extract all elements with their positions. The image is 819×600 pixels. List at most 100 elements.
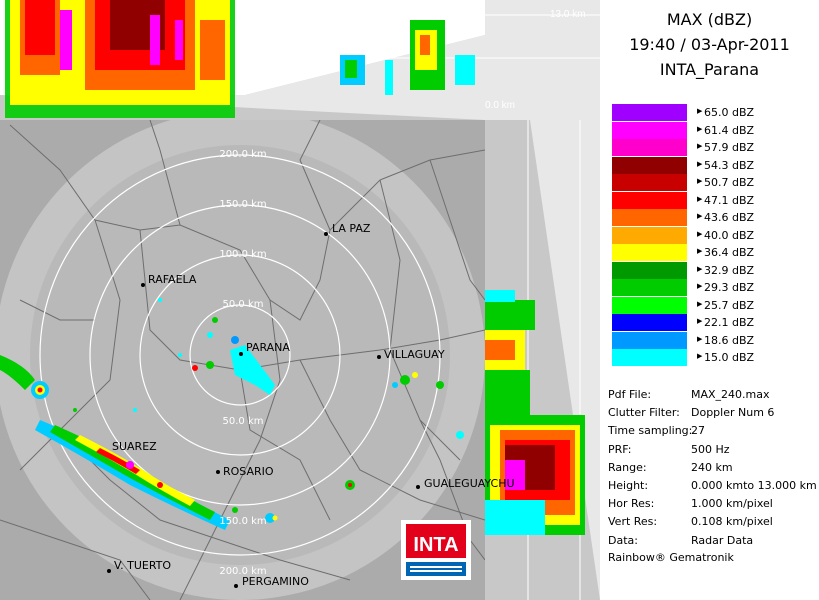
legend-row: ▶ 22.1 dBZ <box>612 314 812 331</box>
city-rafaela: RAFAELA <box>148 273 197 286</box>
legend-swatch <box>612 296 687 314</box>
city-la-paz: LA PAZ <box>332 222 371 235</box>
legend-row: ▶ 50.7 dBZ <box>612 174 812 191</box>
legend-row: ▶ 36.4 dBZ <box>612 244 812 261</box>
legend-label: 50.7 dBZ <box>704 176 755 189</box>
info-value: 1.000 km/pixel <box>691 497 773 511</box>
legend-label: 43.6 dBZ <box>704 211 755 224</box>
site-title: INTA_Parana <box>659 60 760 79</box>
info-value: 0.000 kmto 13.000 km <box>691 479 817 492</box>
legend-row: ▶ 40.0 dBZ <box>612 226 812 244</box>
legend-label: 65.0 dBZ <box>704 106 755 119</box>
legend-swatch <box>612 279 687 296</box>
legend-label: 15.0 dBZ <box>704 351 755 364</box>
legend-swatch <box>612 226 687 244</box>
legend-label: 61.4 dBZ <box>704 123 755 137</box>
info-key: Hor Res: <box>608 497 655 511</box>
legend-label: 47.1 dBZ <box>704 193 755 207</box>
footer-credit: Rainbow® Gematronik <box>608 551 734 564</box>
legend-row: ▶ 15.0 dBZ <box>612 349 812 366</box>
legend-tick-icon: ▶ <box>697 352 703 360</box>
legend-tick-icon: ▶ <box>697 177 703 185</box>
ring-label-50: 50.0 km <box>223 299 264 310</box>
city-parana: PARANA <box>246 341 290 354</box>
legend-swatch <box>612 209 687 226</box>
legend-tick-icon: ▶ <box>697 194 703 203</box>
legend-label: 22.1 dBZ <box>704 316 755 329</box>
info-value: 240 km <box>691 460 733 474</box>
legend-tick-icon: ▶ <box>697 334 703 343</box>
legend-swatch <box>612 349 687 366</box>
legend-row: ▶ 57.9 dBZ <box>612 139 812 156</box>
inta-logo: INTA <box>401 520 471 580</box>
legend-label: 40.0 dBZ <box>704 228 755 242</box>
info-key: Pdf File: <box>608 388 652 401</box>
info-key: Vert Res: <box>608 515 658 529</box>
city-villaguay: VILLAGUAY <box>384 348 445 361</box>
legend-tick-icon: ▶ <box>697 124 703 133</box>
legend-swatch <box>612 191 687 209</box>
legend-swatch <box>612 261 687 279</box>
legend-row: ▶ 54.3 dBZ <box>612 156 812 174</box>
info-key: PRF: <box>608 442 632 456</box>
legend-row: ▶ 65.0 dBZ <box>612 104 812 121</box>
legend-row: ▶ 18.6 dBZ <box>612 331 812 349</box>
height-top-label: 13.0 km <box>550 9 586 20</box>
legend-row: ▶ 47.1 dBZ <box>612 191 812 209</box>
legend-swatch <box>612 244 687 261</box>
legend-row: ▶ 32.9 dBZ <box>612 261 812 279</box>
legend-swatch <box>612 314 687 331</box>
city-rosario: ROSARIO <box>223 465 274 478</box>
legend-row: ▶ 43.6 dBZ <box>612 209 812 226</box>
legend-tick-icon: ▶ <box>697 142 703 150</box>
legend-tick-icon: ▶ <box>697 229 703 238</box>
info-value: 27 <box>691 424 705 438</box>
info-value: 500 Hz <box>691 442 730 456</box>
legend-row: ▶ 25.7 dBZ <box>612 296 812 314</box>
city-gualeguaychu: GUALEGUAYCHU <box>424 477 515 490</box>
height-bottom-label: 0.0 km <box>485 100 515 111</box>
legend-tick-icon: ▶ <box>697 247 703 255</box>
info-key: Data: <box>608 533 638 547</box>
ring-label-100: 100.0 km <box>219 249 266 260</box>
datetime-title: 19:40 / 03-Apr-2011 <box>629 35 790 54</box>
legend-swatch <box>612 331 687 349</box>
info-value: MAX_240.max <box>691 388 770 401</box>
city-suarez: SUAREZ <box>112 440 157 453</box>
legend-tick-icon: ▶ <box>697 212 703 220</box>
legend-tick-icon: ▶ <box>697 107 703 115</box>
legend-swatch <box>612 139 687 156</box>
ring-label-150-south: 150.0 km <box>219 516 266 527</box>
ring-label-150: 150.0 km <box>219 199 266 210</box>
ring-label-200: 200.0 km <box>219 149 266 160</box>
info-value: Radar Data <box>691 533 754 547</box>
legend-label: 54.3 dBZ <box>704 158 755 172</box>
info-key: Clutter Filter: <box>608 406 680 420</box>
top-cross-section-panel: 13.0 km 0.0 km <box>0 0 600 120</box>
info-key: Range: <box>608 460 647 474</box>
city-pergamino: PERGAMINO <box>242 575 309 588</box>
legend-label: 57.9 dBZ <box>704 141 755 154</box>
legend-label: 25.7 dBZ <box>704 298 755 312</box>
legend-tick-icon: ▶ <box>697 317 703 325</box>
info-key: Height: <box>608 479 649 492</box>
legend-row: ▶ 61.4 dBZ <box>612 121 812 139</box>
legend-tick-icon: ▶ <box>697 282 703 290</box>
legend-tick-icon: ▶ <box>697 159 703 168</box>
legend-swatch <box>612 104 687 121</box>
legend-label: 32.9 dBZ <box>704 263 755 277</box>
right-cross-section-panel <box>485 120 600 600</box>
legend-swatch <box>612 156 687 174</box>
info-value: 0.108 km/pixel <box>691 515 773 529</box>
legend-label: 29.3 dBZ <box>704 281 755 294</box>
legend-tick-icon: ▶ <box>697 299 703 308</box>
product-title: MAX (dBZ) <box>666 10 753 29</box>
sidebar: MAX (dBZ) 19:40 / 03-Apr-2011 INTA_Paran… <box>600 0 819 600</box>
legend-tick-icon: ▶ <box>697 264 703 273</box>
legend-swatch <box>612 174 687 191</box>
info-key: Time sampling: <box>608 424 693 438</box>
radar-map: 13.0 km 0.0 km INTA 50.0 km 100.0 km 150… <box>0 0 600 600</box>
ring-label-50-south: 50.0 km <box>223 416 264 427</box>
legend-row: ▶ 29.3 dBZ <box>612 279 812 296</box>
city-v-tuerto: V. TUERTO <box>114 559 171 572</box>
